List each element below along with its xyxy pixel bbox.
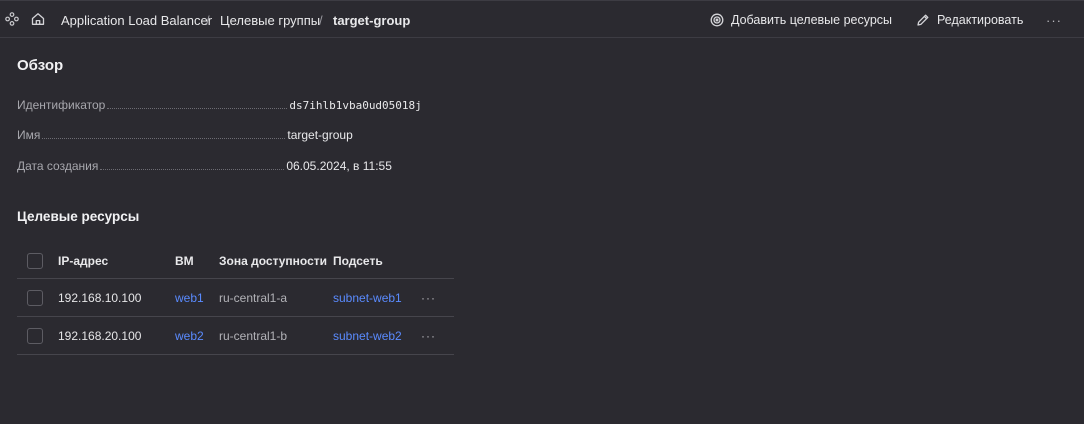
- table-row: 192.168.20.100 web2 ru-central1-b subnet…: [17, 317, 454, 355]
- column-header-subnet[interactable]: Подсеть: [333, 243, 383, 278]
- ip-address: 192.168.10.100: [58, 290, 142, 305]
- row-more-button[interactable]: ···: [421, 317, 436, 354]
- subnet-link[interactable]: subnet-web2: [333, 317, 402, 354]
- subnet-link[interactable]: subnet-web1: [333, 279, 402, 316]
- add-target-resources-label: Добавить целевые ресурсы: [731, 13, 893, 27]
- property-label: Идентификатор: [17, 98, 106, 112]
- breadcrumb-target-groups[interactable]: Целевые группы: [220, 13, 320, 28]
- select-all-checkbox[interactable]: [27, 252, 43, 269]
- add-target-resources-button[interactable]: Добавить целевые ресурсы: [710, 11, 892, 29]
- edit-button[interactable]: Редактировать: [916, 11, 1023, 29]
- property-value: target-group: [287, 128, 353, 142]
- property-value: 06.05.2024, в 11:55: [286, 159, 392, 173]
- top-bar: Application Load Balancer / Целевые груп…: [0, 0, 1084, 38]
- target-resources-table: IP-адрес ВМ Зона доступности Подсеть 192…: [17, 243, 454, 355]
- property-name: Имя target-group: [17, 126, 447, 142]
- table-row: 192.168.10.100 web1 ru-central1-a subnet…: [17, 279, 454, 317]
- availability-zone: ru-central1-a: [219, 290, 288, 305]
- column-header-vm[interactable]: ВМ: [175, 243, 194, 278]
- dotted-leader: [107, 108, 288, 109]
- row-more-button[interactable]: ···: [421, 279, 436, 316]
- availability-zone: ru-central1-b: [219, 328, 288, 343]
- breadcrumb-current: target-group: [333, 13, 411, 28]
- property-id: Идентификатор ds7ihlb1vba0ud05018j: [17, 96, 447, 112]
- property-label: Имя: [17, 128, 41, 142]
- property-created: Дата создания 06.05.2024, в 11:55: [17, 157, 447, 173]
- dotted-leader: [42, 138, 286, 139]
- app-services-icon[interactable]: [5, 12, 19, 26]
- property-label: Дата создания: [17, 159, 99, 173]
- dotted-leader: [100, 169, 285, 170]
- target-resources-title: Целевые ресурсы: [17, 209, 140, 224]
- row-checkbox[interactable]: [27, 289, 43, 306]
- breadcrumb-service[interactable]: Application Load Balancer: [61, 13, 212, 28]
- breadcrumb-separator: /: [319, 13, 323, 28]
- vm-link[interactable]: web1: [175, 279, 204, 316]
- property-value: ds7ihlb1vba0ud05018j: [289, 99, 422, 112]
- overview-title: Обзор: [17, 57, 64, 74]
- vm-link[interactable]: web2: [175, 317, 204, 354]
- pencil-icon: [917, 14, 929, 26]
- more-actions-button[interactable]: ···: [1045, 11, 1063, 29]
- breadcrumb-separator: /: [206, 13, 210, 28]
- edit-label: Редактировать: [937, 13, 1024, 27]
- row-checkbox[interactable]: [27, 327, 43, 344]
- target-icon: [710, 13, 724, 27]
- home-icon[interactable]: [31, 12, 45, 26]
- column-header-ip[interactable]: IP-адрес: [58, 243, 108, 278]
- ip-address: 192.168.20.100: [58, 328, 142, 343]
- column-header-zone[interactable]: Зона доступности: [219, 243, 327, 278]
- table-header-row: IP-адрес ВМ Зона доступности Подсеть: [17, 243, 454, 279]
